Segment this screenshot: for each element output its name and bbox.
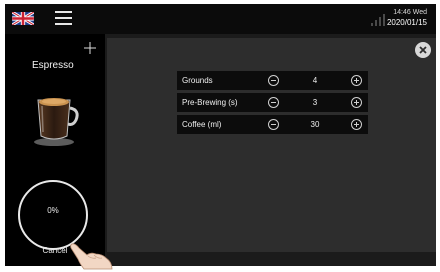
clock-date: 2020/01/15	[386, 18, 427, 27]
close-icon[interactable]	[415, 42, 431, 58]
plus-circle-icon[interactable]	[351, 97, 362, 108]
drink-name: Espresso	[32, 60, 74, 71]
parameter-row-pre-brewing: Pre-Brewing (s) 3	[177, 93, 368, 112]
plus-icon[interactable]	[84, 42, 96, 54]
drink-panel: Espresso 0% Cancel	[5, 34, 105, 266]
parameter-row-coffee: Coffee (ml) 30	[177, 115, 368, 134]
machine-screen: 14:46 Wed 2020/01/15 Espresso 0% Cancel …	[5, 4, 436, 266]
minus-icon[interactable]	[268, 97, 279, 108]
parameter-label: Grounds	[182, 76, 213, 85]
parameters-table: Grounds 4 Pre-Brewing (s) 3 Coffee (ml) …	[177, 71, 368, 137]
parameter-value: 30	[310, 120, 320, 129]
parameter-value: 3	[312, 98, 318, 107]
signal-strength-icon	[371, 14, 385, 26]
parameter-label: Pre-Brewing (s)	[182, 98, 238, 107]
parameter-row-grounds: Grounds 4	[177, 71, 368, 90]
pointing-hand-icon	[70, 243, 113, 270]
uk-flag-icon[interactable]	[12, 12, 34, 25]
cancel-button[interactable]: Cancel	[35, 244, 75, 258]
status-bar: 14:46 Wed 2020/01/15	[5, 4, 436, 34]
clock-time: 14:46 Wed	[393, 9, 427, 16]
minus-icon[interactable]	[268, 119, 279, 130]
progress-label: 0%	[47, 206, 59, 215]
parameters-panel: Grounds 4 Pre-Brewing (s) 3 Coffee (ml) …	[107, 38, 436, 252]
espresso-cup-icon	[34, 98, 79, 146]
plus-circle-icon[interactable]	[351, 75, 362, 86]
minus-icon[interactable]	[268, 75, 279, 86]
progress-ring	[18, 180, 88, 250]
plus-circle-icon[interactable]	[351, 119, 362, 130]
hamburger-menu-icon[interactable]	[55, 11, 72, 26]
parameter-label: Coffee (ml)	[182, 120, 222, 129]
parameter-value: 4	[312, 76, 318, 85]
